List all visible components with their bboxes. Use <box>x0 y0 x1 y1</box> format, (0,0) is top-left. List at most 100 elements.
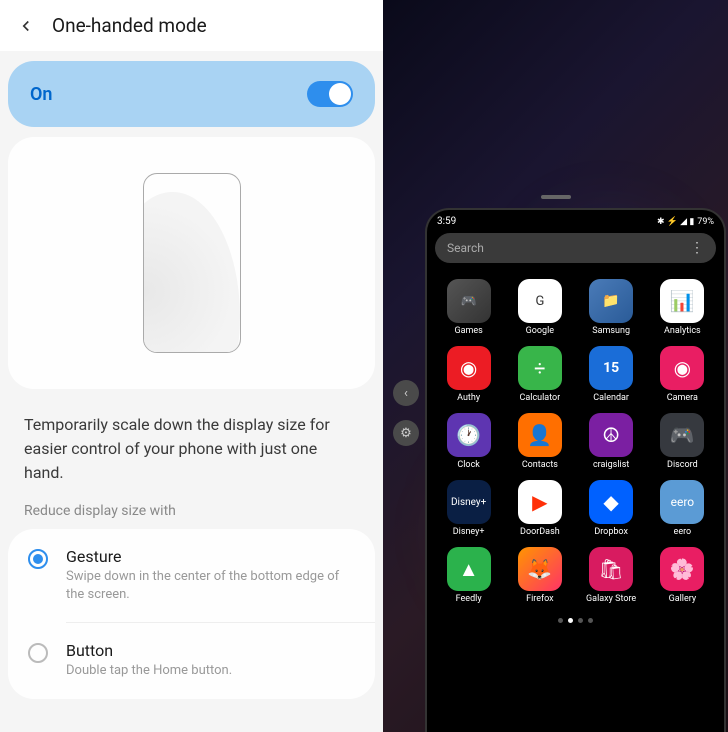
app-calculator[interactable]: ÷ Calculator <box>504 342 575 407</box>
app-doordash[interactable]: ▶ DoorDash <box>504 476 575 541</box>
app-label: Calendar <box>593 393 629 403</box>
games-icon: 🎮 <box>447 279 491 323</box>
app-grid: 🎮 Games G Google 📁 Samsung 📊 Analytics ◉ Authy ÷ Ca… <box>427 271 724 612</box>
page-title: One-handed mode <box>52 14 207 37</box>
gesture-title: Gesture <box>66 547 355 566</box>
option-gesture[interactable]: Gesture Swipe down in the center of the … <box>66 529 375 623</box>
feature-description: Temporarily scale down the display size … <box>0 405 383 503</box>
app-label: Dropbox <box>594 527 628 537</box>
app-analytics[interactable]: 📊 Analytics <box>647 275 718 340</box>
app-label: craigslist <box>593 460 629 470</box>
authy-icon: ◉ <box>447 346 491 390</box>
discord-icon: 🎮 <box>660 413 704 457</box>
toggle-state-label: On <box>30 84 52 105</box>
app-label: Galaxy Store <box>586 594 636 604</box>
app-games[interactable]: 🎮 Games <box>433 275 504 340</box>
eero-icon: eero <box>660 480 704 524</box>
more-dots-icon[interactable]: ⋮ <box>690 240 704 256</box>
app-label: Clock <box>457 460 479 470</box>
app-samsung[interactable]: 📁 Samsung <box>576 275 647 340</box>
google-icon: G <box>518 279 562 323</box>
back-floating-icon[interactable]: ‹ <box>393 380 419 406</box>
calendar-icon: 15 <box>589 346 633 390</box>
search-input[interactable]: Search ⋮ <box>435 233 716 263</box>
camera-icon: ◉ <box>660 346 704 390</box>
gallery-icon: 🌸 <box>660 547 704 591</box>
app-label: Samsung <box>592 326 630 336</box>
app-label: Feedly <box>456 594 482 604</box>
app-label: Authy <box>457 393 480 403</box>
clock-icon: 🕐 <box>447 413 491 457</box>
samsung-icon: 📁 <box>589 279 633 323</box>
app-label: Gallery <box>669 594 697 604</box>
status-icons: ✱ ⚡ ◢ ▮ 79% <box>657 217 714 227</box>
page-dot[interactable] <box>588 618 593 623</box>
radio-button[interactable] <box>28 643 48 663</box>
analytics-icon: 📊 <box>660 279 704 323</box>
contacts-icon: 👤 <box>518 413 562 457</box>
settings-panel: One-handed mode On Temporarily scale dow… <box>0 0 383 732</box>
app-gallery[interactable]: 🌸 Gallery <box>647 543 718 608</box>
firefox-icon: 🦊 <box>518 547 562 591</box>
app-calendar[interactable]: 15 Calendar <box>576 342 647 407</box>
app-eero[interactable]: eero eero <box>647 476 718 541</box>
app-label: Google <box>526 326 554 336</box>
illustration-card <box>8 137 375 389</box>
dropbox-icon: ◆ <box>589 480 633 524</box>
app-dropbox[interactable]: ◆ Dropbox <box>576 476 647 541</box>
page-dot[interactable] <box>558 618 563 623</box>
app-label: Calculator <box>520 393 561 403</box>
settings-header: One-handed mode <box>0 0 383 51</box>
radio-gesture[interactable] <box>28 549 48 569</box>
page-indicator <box>427 612 724 627</box>
settings-floating-icon[interactable]: ⚙ <box>393 420 419 446</box>
status-indicator-icons: ✱ ⚡ ◢ ▮ <box>657 217 694 227</box>
app-label: DoorDash <box>520 527 560 537</box>
status-bar: 3:59 ✱ ⚡ ◢ ▮ 79% <box>427 210 724 229</box>
app-craigslist[interactable]: ☮ craigslist <box>576 409 647 474</box>
app-label: Discord <box>667 460 698 470</box>
reduce-section-label: Reduce display size with <box>0 503 383 529</box>
app-feedly[interactable]: ▲ Feedly <box>433 543 504 608</box>
back-icon[interactable] <box>16 16 36 36</box>
gesture-subtitle: Swipe down in the center of the bottom e… <box>66 568 355 604</box>
app-label: Disney+ <box>453 527 485 537</box>
app-google[interactable]: G Google <box>504 275 575 340</box>
page-dot[interactable] <box>578 618 583 623</box>
app-galaxystore[interactable]: 🛍 Galaxy Store <box>576 543 647 608</box>
galaxystore-icon: 🛍 <box>589 547 633 591</box>
search-placeholder: Search <box>447 241 484 255</box>
app-disney[interactable]: Disney+ Disney+ <box>433 476 504 541</box>
feedly-icon: ▲ <box>447 547 491 591</box>
disney-icon: Disney+ <box>447 480 491 524</box>
app-label: Analytics <box>664 326 701 336</box>
doordash-icon: ▶ <box>518 480 562 524</box>
app-discord[interactable]: 🎮 Discord <box>647 409 718 474</box>
app-label: Contacts <box>522 460 558 470</box>
side-buttons: ‹ ⚙ <box>393 380 419 460</box>
app-label: Camera <box>667 393 698 403</box>
status-time: 3:59 <box>437 216 456 227</box>
toggle-knob <box>329 83 351 105</box>
app-clock[interactable]: 🕐 Clock <box>433 409 504 474</box>
app-firefox[interactable]: 🦊 Firefox <box>504 543 575 608</box>
craigslist-icon: ☮ <box>589 413 633 457</box>
mini-phone-preview: 3:59 ✱ ⚡ ◢ ▮ 79% Search ⋮ 🎮 Games G Google 📁… <box>425 208 726 732</box>
app-contacts[interactable]: 👤 Contacts <box>504 409 575 474</box>
app-authy[interactable]: ◉ Authy <box>433 342 504 407</box>
phone-illustration-icon <box>143 173 241 353</box>
app-camera[interactable]: ◉ Camera <box>647 342 718 407</box>
calculator-icon: ÷ <box>518 346 562 390</box>
app-label: Games <box>454 326 482 336</box>
preview-panel: ‹ ⚙ 3:59 ✱ ⚡ ◢ ▮ 79% Search ⋮ 🎮 Games G Goo… <box>383 0 728 732</box>
button-subtitle: Double tap the Home button. <box>66 662 355 680</box>
master-toggle-section[interactable]: On <box>8 61 375 127</box>
options-card: Gesture Swipe down in the center of the … <box>8 529 375 699</box>
drag-handle-icon[interactable] <box>541 195 571 199</box>
toggle-switch[interactable] <box>307 81 353 107</box>
page-dot[interactable] <box>568 618 573 623</box>
button-title: Button <box>66 641 355 660</box>
app-label: eero <box>674 527 692 537</box>
app-label: Firefox <box>526 594 554 604</box>
option-button[interactable]: Button Double tap the Home button. <box>8 623 375 698</box>
